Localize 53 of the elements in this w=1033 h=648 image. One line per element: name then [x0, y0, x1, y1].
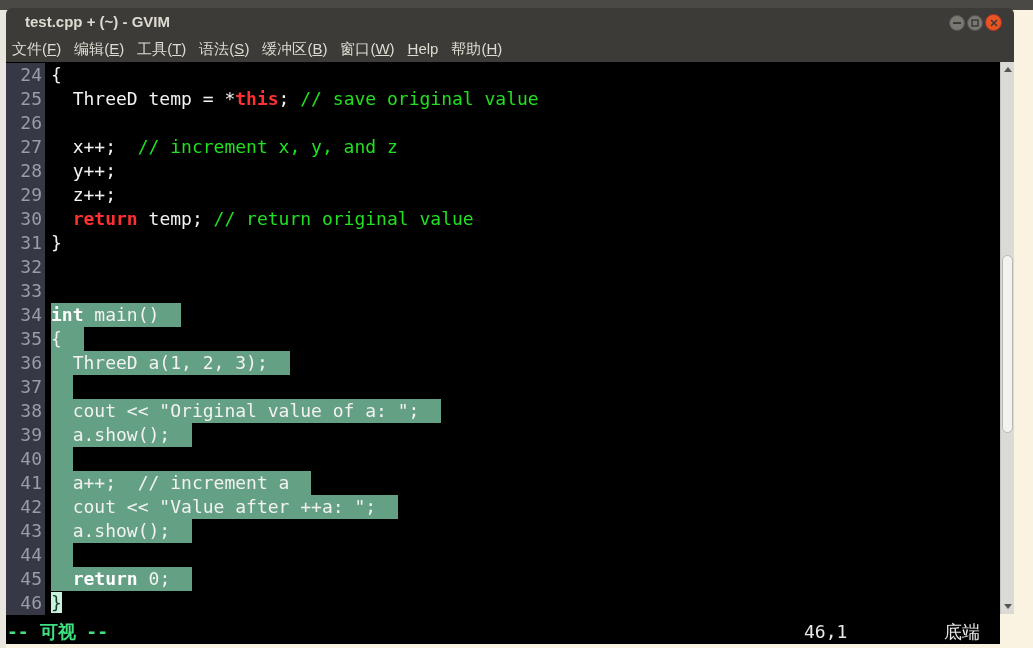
menu-item[interactable]: 语法(S): [199, 38, 250, 61]
line-number: 43: [6, 519, 45, 543]
menu-item[interactable]: 帮助(H): [451, 38, 503, 61]
line-number: 32: [6, 255, 45, 279]
line-number: 27: [6, 135, 45, 159]
code-line: {: [51, 63, 62, 87]
close-button[interactable]: [985, 14, 1002, 31]
menu-item[interactable]: 窗口(W): [340, 38, 395, 61]
line-number: 39: [6, 423, 45, 447]
line-number: 41: [6, 471, 45, 495]
line-number: 26: [6, 111, 45, 135]
code-line: y++;: [71, 159, 117, 183]
line-number: 45: [6, 567, 45, 591]
scroll-position: 底端: [944, 620, 981, 644]
menu-item[interactable]: Help: [407, 38, 439, 61]
scrollbar-thumb[interactable]: [1002, 255, 1013, 433]
line-number: 29: [6, 183, 45, 207]
maximize-button[interactable]: [967, 14, 983, 31]
code-line: x++; // increment x, y, and z: [71, 135, 398, 159]
code-line: return temp; // return original value: [71, 207, 474, 231]
line-number: 37: [6, 375, 45, 399]
minimize-button[interactable]: [949, 14, 965, 31]
text-cursor: }: [51, 592, 62, 613]
line-number: 42: [6, 495, 45, 519]
menu-item[interactable]: 文件(F): [12, 38, 62, 61]
code-line: ThreeD temp = *this; // save original value: [71, 87, 539, 111]
line-number: 28: [6, 159, 45, 183]
line-number: 31: [6, 231, 45, 255]
scroll-up-icon: [1003, 67, 1012, 72]
minimize-icon: [953, 21, 961, 24]
line-number: 38: [6, 399, 45, 423]
close-icon: [989, 18, 998, 27]
line-number: 40: [6, 447, 45, 471]
cursor-position: 46,1: [804, 620, 849, 644]
menu-item[interactable]: 缓冲区(B): [262, 38, 328, 61]
line-number: 36: [6, 351, 45, 375]
line-number: 46: [6, 591, 45, 615]
menu-item[interactable]: 编辑(E): [74, 38, 125, 61]
scrollbar[interactable]: [1000, 62, 1014, 614]
menu-item[interactable]: 工具(T): [137, 38, 187, 61]
window-title: test.cpp + (~) - GVIM: [25, 12, 171, 33]
code-line: z++;: [71, 183, 117, 207]
line-number: 24: [6, 63, 45, 87]
mode-indicator: -- 可视 --: [6, 620, 109, 644]
line-number: 30: [6, 207, 45, 231]
scroll-down-icon: [1003, 604, 1012, 609]
maximize-icon: [971, 18, 979, 27]
code-line: }: [51, 231, 62, 255]
line-number: 25: [6, 87, 45, 111]
line-number: 35: [6, 327, 45, 351]
line-number: 44: [6, 543, 45, 567]
line-number: 33: [6, 279, 45, 303]
line-number: 34: [6, 303, 45, 327]
